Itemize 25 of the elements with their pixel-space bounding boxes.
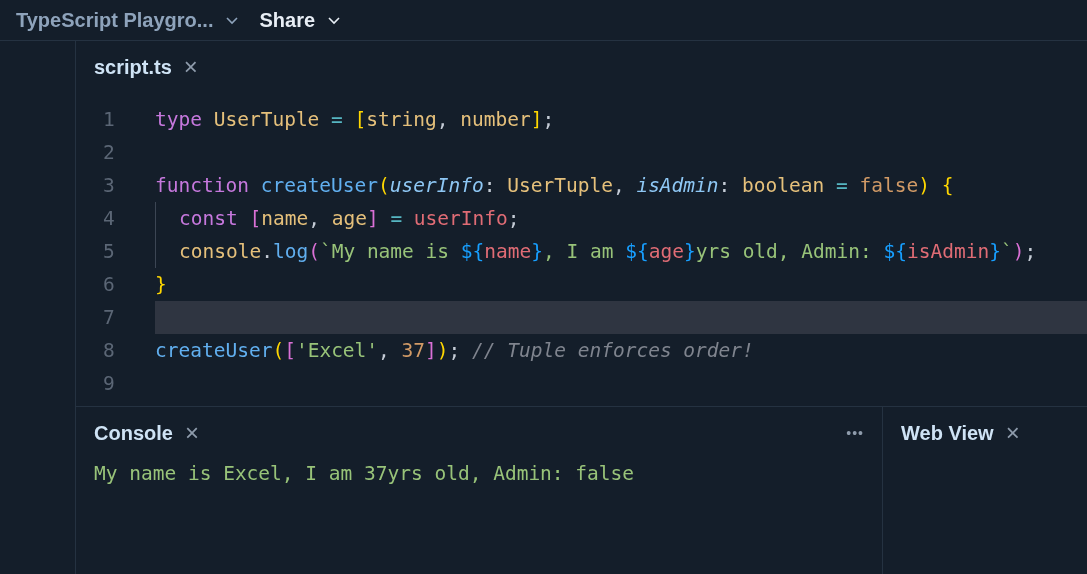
line-number: 3: [102, 172, 116, 199]
code-line: type UserTuple = [string, number];: [155, 108, 555, 131]
line-number: 2: [102, 139, 116, 166]
console-output: My name is Excel, I am 37yrs old, Admin: false: [94, 461, 636, 487]
menu-button[interactable]: Share: [259, 5, 342, 35]
line-number: 1: [102, 106, 116, 133]
line-number: 8: [102, 337, 116, 364]
code-line: }: [155, 273, 167, 296]
close-button[interactable]: ×: [183, 55, 198, 79]
line-number: 6: [102, 271, 116, 298]
line-number: 5: [102, 238, 116, 265]
line-number: 7: [102, 304, 116, 331]
editor-tab[interactable]: script.ts: [94, 52, 172, 82]
code-line: createUser(['Excel', 37]); // Tuple enforces order!: [155, 339, 754, 362]
close-button[interactable]: ×: [1005, 421, 1020, 445]
code-line: function createUser(userInfo: UserTuple, isAdmin: boolean = false) {: [155, 174, 954, 197]
close-button[interactable]: ×: [184, 421, 199, 445]
more-button[interactable]: •••: [846, 422, 864, 444]
menu-button[interactable]: TypeScript Playgro...: [16, 5, 240, 35]
code-line: console.log(`My name is ${name}, I am ${age}yrs old, Admin: ${isAdmin}`);: [179, 240, 1037, 263]
code-line: const [name, age] = userInfo;: [179, 207, 520, 230]
panel-title: Web View: [901, 421, 994, 446]
panel-title: Console: [94, 421, 173, 446]
line-number: 4: [102, 205, 116, 232]
line-number: 9: [102, 370, 116, 397]
